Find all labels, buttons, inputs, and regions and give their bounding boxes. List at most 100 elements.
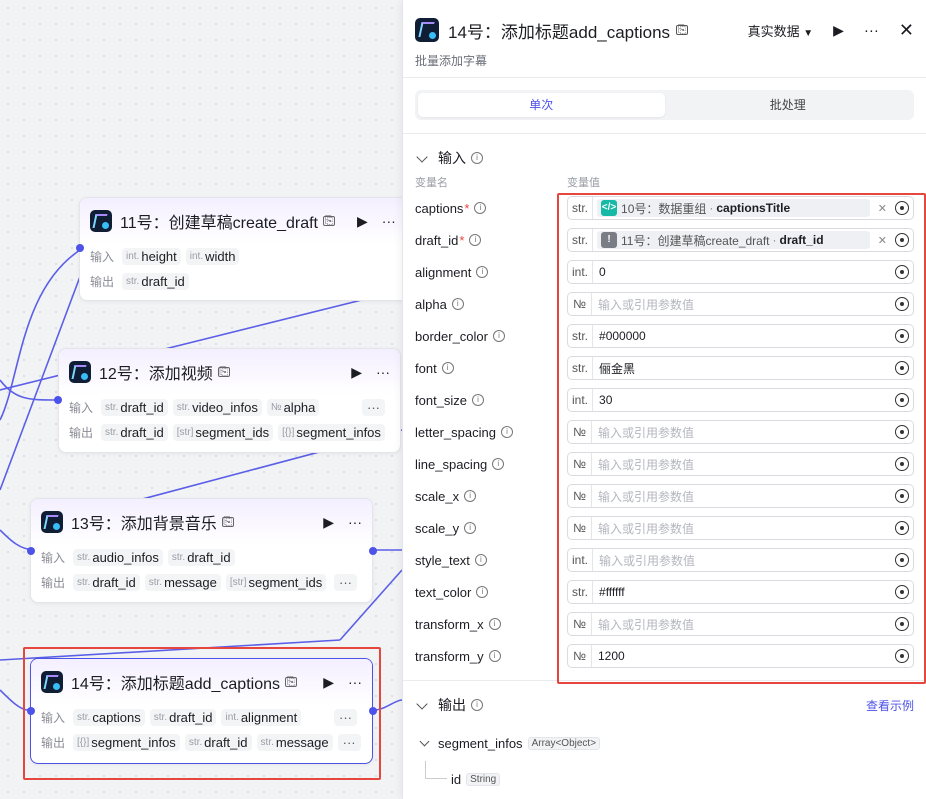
variable-reference-icon[interactable] xyxy=(895,617,909,631)
param-value-field[interactable]: № 输入或引用参数值 xyxy=(567,420,914,444)
variable-reference-icon[interactable] xyxy=(895,265,909,279)
param-value-field[interactable]: str. </> 10号：数据重组 · captionsTitle ✕ xyxy=(567,196,914,220)
info-icon[interactable]: i xyxy=(476,586,489,598)
info-icon[interactable]: i xyxy=(474,202,487,214)
node-11-create-draft[interactable]: 11号：创建草稿create_draft ⎘ ▶ ··· 输入 int. heig… xyxy=(79,197,419,301)
param-value[interactable]: 1200 xyxy=(592,649,895,663)
output-tree-item[interactable]: segment_infos Array<Object> xyxy=(403,725,926,761)
reference-tag[interactable]: ! 11号：创建草稿create_draft · draft_id xyxy=(597,231,870,249)
param-value-field[interactable]: str. #ffffff xyxy=(567,580,914,604)
type-selector[interactable]: int. xyxy=(568,549,594,571)
info-icon[interactable]: i xyxy=(488,618,501,630)
param-placeholder[interactable]: 输入或引用参数值 xyxy=(592,520,895,537)
type-selector[interactable]: № xyxy=(568,613,592,635)
tab-batch[interactable]: 批处理 xyxy=(665,93,912,117)
input-port[interactable] xyxy=(54,396,62,404)
param-value-field[interactable]: № 输入或引用参数值 xyxy=(567,484,914,508)
input-port[interactable] xyxy=(27,547,35,555)
more-icon[interactable]: ··· xyxy=(376,364,390,380)
variable-reference-icon[interactable] xyxy=(895,361,909,375)
param-value-field[interactable]: str. #000000 xyxy=(567,324,914,348)
variable-reference-icon[interactable] xyxy=(895,521,909,535)
chevron-down-icon[interactable] xyxy=(416,697,428,710)
param-value-field[interactable]: str.! 11号：创建草稿create_draft · draft_id ✕ xyxy=(567,228,914,252)
info-icon[interactable]: i xyxy=(476,266,489,278)
more-icon[interactable]: ··· xyxy=(864,22,879,39)
info-icon[interactable]: i xyxy=(472,394,485,406)
type-selector[interactable]: str. xyxy=(568,581,594,603)
param-placeholder[interactable]: 输入或引用参数值 xyxy=(593,552,895,569)
type-selector[interactable]: № xyxy=(568,645,592,667)
type-selector[interactable]: str. xyxy=(568,325,594,347)
run-icon[interactable]: ▶ xyxy=(323,514,334,531)
run-icon[interactable]: ▶ xyxy=(357,213,368,230)
variable-reference-icon[interactable] xyxy=(895,489,909,503)
run-icon[interactable]: ▶ xyxy=(351,364,362,381)
info-icon[interactable]: i xyxy=(469,234,482,246)
type-selector[interactable]: str. xyxy=(568,229,594,251)
type-selector[interactable]: № xyxy=(568,517,592,539)
panel-title[interactable]: 14号：添加标题add_captions xyxy=(448,18,670,43)
variable-reference-icon[interactable] xyxy=(895,201,909,215)
more-icon[interactable]: ··· xyxy=(348,514,362,530)
info-icon[interactable]: i xyxy=(493,330,505,342)
variable-reference-icon[interactable] xyxy=(895,329,909,343)
variable-reference-icon[interactable] xyxy=(895,553,909,567)
node-13-add-bgm[interactable]: 13号：添加背景音乐 ⎘ ▶ ··· 输入 str. audio_infos st… xyxy=(30,498,373,603)
param-value-field[interactable]: № 输入或引用参数值 xyxy=(567,516,914,540)
param-value[interactable]: #ffffff xyxy=(593,585,895,599)
type-selector[interactable]: № xyxy=(568,485,592,507)
info-icon[interactable]: i xyxy=(474,554,487,566)
clear-icon[interactable]: ✕ xyxy=(878,202,887,215)
param-value-field[interactable]: № 输入或引用参数值 xyxy=(567,292,914,316)
variable-reference-icon[interactable] xyxy=(895,649,909,663)
chevron-down-icon[interactable] xyxy=(416,150,428,163)
input-section-header[interactable]: 输入 i xyxy=(403,148,926,168)
param-value-field[interactable]: № 输入或引用参数值 xyxy=(567,612,914,636)
tab-single[interactable]: 单次 xyxy=(418,93,665,117)
reference-tag[interactable]: </> 10号：数据重组 · captionsTitle xyxy=(597,199,870,217)
param-placeholder[interactable]: 输入或引用参数值 xyxy=(592,488,895,505)
param-value-field[interactable]: № 输入或引用参数值 xyxy=(567,452,914,476)
info-icon[interactable]: i xyxy=(471,699,483,711)
param-value-field[interactable]: № 1200 xyxy=(567,644,914,668)
param-value[interactable]: 0 xyxy=(593,265,895,279)
view-example-link[interactable]: 查看示例 xyxy=(866,697,914,714)
param-value[interactable]: 俪金黑 xyxy=(593,360,895,377)
type-selector[interactable]: str. xyxy=(568,357,594,379)
variable-reference-icon[interactable] xyxy=(895,233,909,247)
type-selector[interactable]: int. xyxy=(568,261,594,283)
more-params-button[interactable]: ··· xyxy=(362,399,385,416)
more-params-button[interactable]: ··· xyxy=(334,574,357,591)
variable-reference-icon[interactable] xyxy=(895,393,909,407)
info-icon[interactable]: i xyxy=(451,298,464,310)
data-mode-select[interactable]: 真实数据 ▼ xyxy=(748,21,814,40)
info-icon[interactable]: i xyxy=(464,522,477,534)
info-icon[interactable]: i xyxy=(441,362,454,374)
chevron-down-icon[interactable] xyxy=(419,736,430,747)
param-placeholder[interactable]: 输入或引用参数值 xyxy=(592,424,895,441)
param-placeholder[interactable]: 输入或引用参数值 xyxy=(592,616,895,633)
clear-icon[interactable]: ✕ xyxy=(878,234,887,247)
param-value-field[interactable]: int. 30 xyxy=(567,388,914,412)
type-selector[interactable]: № xyxy=(568,453,592,475)
type-selector[interactable]: str. xyxy=(568,197,594,219)
param-value-field[interactable]: int. 0 xyxy=(567,260,914,284)
input-port[interactable] xyxy=(76,244,84,252)
param-value[interactable]: 30 xyxy=(593,393,895,407)
node-12-add-video[interactable]: 12号：添加视频 ⎘ ▶ ··· 输入 str. draft_id str. vid… xyxy=(58,348,401,453)
output-section-header[interactable]: 输出 i 查看示例 xyxy=(403,695,926,715)
variable-reference-icon[interactable] xyxy=(895,585,909,599)
type-selector[interactable]: № xyxy=(568,421,592,443)
param-value-field[interactable]: str. 俪金黑 xyxy=(567,356,914,380)
info-icon[interactable]: i xyxy=(488,650,501,662)
param-value[interactable]: #000000 xyxy=(593,329,895,343)
variable-reference-icon[interactable] xyxy=(895,457,909,471)
run-icon[interactable]: ▶ xyxy=(833,22,844,39)
info-icon[interactable]: i xyxy=(464,490,477,502)
param-placeholder[interactable]: 输入或引用参数值 xyxy=(592,456,895,473)
info-icon[interactable]: i xyxy=(471,152,483,164)
variable-reference-icon[interactable] xyxy=(895,297,909,311)
output-port[interactable] xyxy=(369,547,377,555)
info-icon[interactable]: i xyxy=(500,426,513,438)
